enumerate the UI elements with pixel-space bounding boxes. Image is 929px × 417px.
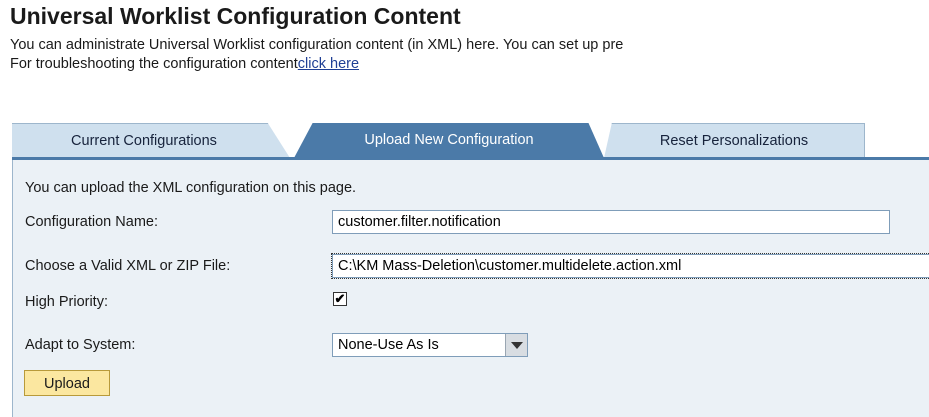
tab-current-configurations[interactable]: Current Configurations	[12, 123, 290, 158]
adapt-to-system-value: None-Use As Is	[338, 337, 439, 353]
troubleshoot-text: For troubleshooting the configuration co…	[10, 56, 298, 72]
high-priority-label: High Priority:	[25, 294, 108, 310]
page-description: You can administrate Universal Worklist …	[10, 37, 624, 53]
troubleshoot-link[interactable]: click here	[298, 56, 359, 72]
upload-panel	[12, 160, 929, 417]
adapt-to-system-select[interactable]: None-Use As Is	[332, 333, 528, 357]
tab-upload-new-configuration[interactable]: Upload New Configuration	[294, 123, 604, 158]
page: Universal Worklist Configuration Content…	[0, 0, 929, 417]
upload-button[interactable]: Upload	[24, 370, 110, 396]
high-priority-checkbox[interactable]: ✔	[333, 292, 347, 306]
upload-intro-text: You can upload the XML configuration on …	[25, 180, 357, 196]
config-name-label: Configuration Name:	[25, 214, 158, 230]
page-title: Universal Worklist Configuration Content	[10, 3, 461, 29]
tab-strip: Current Configurations Upload New Config…	[12, 123, 929, 160]
config-name-input[interactable]: customer.filter.notification	[332, 210, 890, 234]
adapt-to-system-label: Adapt to System:	[25, 337, 136, 353]
file-path-input[interactable]: C:\KM Mass-Deletion\customer.multidelete…	[331, 253, 929, 279]
troubleshoot-line: For troubleshooting the configuration co…	[10, 56, 359, 72]
tab-reset-personalizations[interactable]: Reset Personalizations	[604, 123, 865, 158]
file-label: Choose a Valid XML or ZIP File:	[25, 258, 231, 274]
chevron-down-icon[interactable]	[505, 334, 527, 356]
